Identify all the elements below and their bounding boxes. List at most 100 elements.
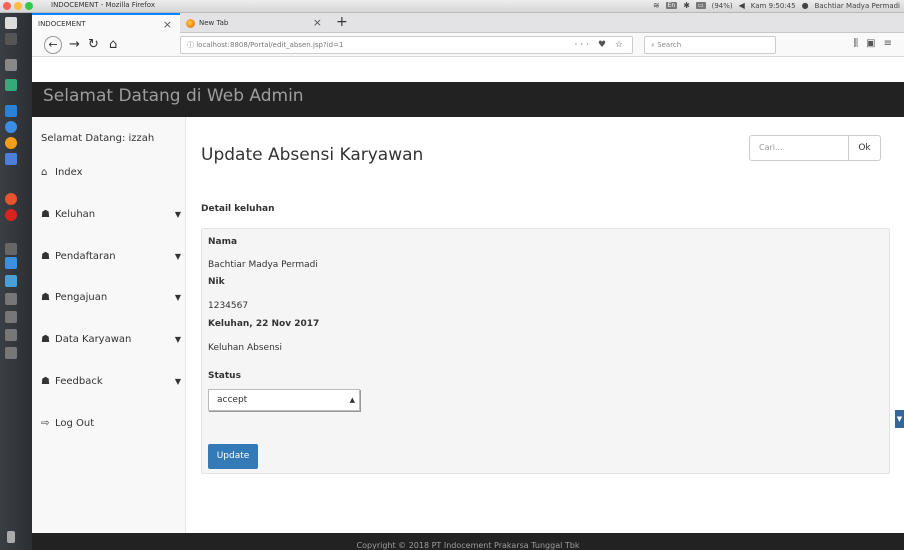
dock-app-icon[interactable]: [5, 33, 17, 45]
app-dock: [0, 13, 32, 550]
nik-value: 1234567: [208, 301, 249, 311]
maximize-window-button[interactable]: [25, 2, 33, 10]
library-icon[interactable]: ⫼: [854, 38, 867, 49]
os-user-name[interactable]: Bachtiar Madya Permadi: [815, 2, 900, 10]
screen: INDOCEMENT - Mozilla Firefox ≋ En ✱ ▭ (9…: [0, 0, 904, 550]
dock-app-icon[interactable]: [5, 275, 17, 287]
dock-app-icon[interactable]: [5, 193, 17, 205]
finder-icon[interactable]: [5, 17, 17, 29]
nik-label: Nik: [208, 277, 225, 287]
sidebar: Selamat Datang: izzah ⌂ Index ☗ Keluhan …: [32, 117, 186, 533]
dock-app-icon[interactable]: [5, 311, 17, 323]
home-button[interactable]: ⌂: [109, 37, 117, 53]
close-window-button[interactable]: [3, 2, 11, 10]
scroll-down-icon[interactable]: ▼: [895, 410, 904, 428]
menu-icon[interactable]: ≡: [884, 38, 900, 49]
battery-icon[interactable]: ▭: [695, 2, 706, 9]
search-icon: ⌕: [651, 41, 655, 49]
wifi-icon[interactable]: ≋: [653, 1, 660, 10]
dock-app-icon[interactable]: [5, 347, 17, 359]
apple-icon[interactable]: ●: [802, 1, 809, 10]
opera-icon[interactable]: [5, 209, 17, 221]
select-arrow-icon: ▲: [349, 396, 355, 404]
clock[interactable]: Kam 9:50:45: [751, 2, 796, 10]
dock-app-icon[interactable]: [5, 329, 17, 341]
search-placeholder: Search: [657, 41, 682, 49]
sidebar-item-label: Pendaftaran: [55, 251, 116, 262]
users-icon: ☗: [41, 209, 50, 220]
dock-app-icon[interactable]: [5, 59, 17, 71]
detail-panel: Nama Bachtiar Madya Permadi Nik 1234567 …: [201, 228, 890, 474]
sidebar-item-feedback[interactable]: ☗ Feedback ▼: [41, 376, 181, 387]
sidebar-item-label: Index: [55, 167, 83, 178]
os-status-area: ≋ En ✱ ▭ (94%) ◀ Kam 9:50:45 ● Bachtiar …: [653, 1, 900, 10]
pocket-icon[interactable]: ♥: [598, 40, 609, 50]
sidebar-item-keluhan[interactable]: ☗ Keluhan ▼: [41, 209, 181, 220]
sidebar-item-pengajuan[interactable]: ☗ Pengajuan ▼: [41, 292, 181, 303]
toolbar-right: ⫼▣≡: [854, 38, 900, 49]
caret-down-icon: ▼: [174, 293, 181, 302]
users-icon: ☗: [41, 251, 50, 262]
sidebar-item-label: Log Out: [55, 418, 95, 429]
sidebar-item-data-karyawan[interactable]: ☗ Data Karyawan ▼: [41, 334, 181, 345]
status-label: Status: [208, 371, 241, 381]
search-ok-button[interactable]: Ok: [849, 135, 881, 161]
forward-button[interactable]: →: [69, 37, 80, 53]
update-button[interactable]: Update: [208, 444, 258, 469]
section-label: Detail keluhan: [201, 204, 275, 214]
volume-icon[interactable]: ◀: [739, 1, 745, 10]
nama-value: Bachtiar Madya Permadi: [208, 260, 318, 270]
dock-app-icon[interactable]: [5, 257, 17, 269]
sidebar-item-logout[interactable]: ⇨ Log Out: [41, 418, 181, 429]
sidebar-item-label: Feedback: [55, 376, 103, 387]
sidebar-item-label: Pengajuan: [55, 292, 108, 303]
status-selected-value: accept: [217, 395, 248, 405]
status-select[interactable]: accept ▲: [208, 389, 360, 411]
browser-tabstrip: INDOCEMENT × New Tab × +: [32, 13, 904, 33]
sidebar-item-pendaftaran[interactable]: ☗ Pendaftaran ▼: [41, 251, 181, 262]
dock-app-icon[interactable]: [5, 105, 17, 117]
bluetooth-icon[interactable]: ✱: [683, 1, 690, 10]
nama-label: Nama: [208, 237, 238, 247]
dock-app-icon[interactable]: [5, 153, 17, 165]
battery-percent: (94%): [711, 1, 733, 10]
caret-down-icon: ▼: [174, 210, 181, 219]
users-icon: ☗: [41, 376, 50, 387]
browser-icon[interactable]: [5, 121, 17, 133]
logout-icon: ⇨: [41, 418, 50, 429]
caret-down-icon: ▼: [174, 252, 181, 261]
page-actions[interactable]: ··· ♥ ☆: [575, 37, 627, 53]
sidebar-toggle-icon[interactable]: ▣: [866, 38, 883, 49]
home-icon: ⌂: [41, 167, 48, 178]
sidebar-item-index[interactable]: ⌂ Index: [41, 167, 181, 178]
url-text: localhost:8808/Portal/edit_absen.jsp?id=…: [196, 41, 344, 49]
back-button[interactable]: ←: [44, 36, 62, 54]
browser-navbar: ← → ↻ ⌂ ⓘ localhost:8808/Portal/edit_abs…: [32, 33, 904, 57]
reload-button[interactable]: ↻: [88, 37, 99, 53]
close-tab-icon[interactable]: ×: [313, 16, 322, 29]
minimize-window-button[interactable]: [14, 2, 22, 10]
sidebar-item-label: Data Karyawan: [55, 334, 132, 345]
dock-app-icon[interactable]: [5, 243, 17, 255]
dock-app-icon[interactable]: [5, 293, 17, 305]
new-tab-button[interactable]: +: [336, 14, 348, 30]
tab-new-tab[interactable]: New Tab ×: [180, 13, 330, 33]
users-icon: ☗: [41, 292, 50, 303]
firefox-icon[interactable]: [5, 137, 17, 149]
caret-down-icon: ▼: [174, 377, 181, 386]
os-menubar: INDOCEMENT - Mozilla Firefox ≋ En ✱ ▭ (9…: [0, 0, 904, 13]
welcome-text: Selamat Datang: izzah: [41, 133, 155, 144]
trash-icon[interactable]: [7, 531, 15, 543]
search-bar[interactable]: ⌕ Search: [644, 36, 776, 54]
dock-app-icon[interactable]: [5, 79, 17, 91]
site-brand[interactable]: Selamat Datang di Web Admin: [43, 86, 304, 106]
info-icon[interactable]: ⓘ: [187, 41, 194, 49]
close-tab-icon[interactable]: ×: [163, 18, 172, 31]
language-indicator[interactable]: En: [665, 2, 678, 9]
more-actions-icon[interactable]: ···: [575, 40, 593, 50]
site-footer: Copyright © 2018 PT Indocement Prakarsa …: [32, 533, 904, 550]
tab-indocement[interactable]: INDOCEMENT ×: [32, 13, 180, 33]
bookmark-star-icon[interactable]: ☆: [615, 40, 626, 50]
search-input[interactable]: Cari...: [749, 135, 849, 161]
url-bar[interactable]: ⓘ localhost:8808/Portal/edit_absen.jsp?i…: [180, 36, 633, 54]
